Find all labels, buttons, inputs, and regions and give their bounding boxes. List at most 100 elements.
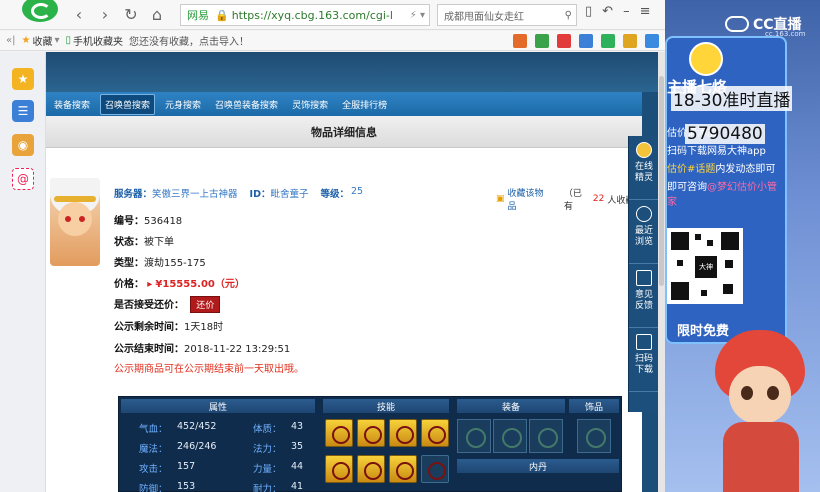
- stat-value-defense: 153: [177, 481, 196, 492]
- status-value: 被下单: [144, 237, 174, 248]
- favorites-button[interactable]: ★ 收藏 ▾: [22, 33, 60, 48]
- page-banner: [46, 52, 658, 92]
- phone-icon[interactable]: ▯: [585, 4, 592, 19]
- stat-label-attack: 攻击：: [139, 464, 168, 475]
- type-value: 渡劫155-175: [144, 258, 206, 269]
- shield-icon[interactable]: [623, 34, 637, 48]
- skill-slot-8[interactable]: [421, 455, 449, 483]
- floating-sidebox: 在线 精灵 最近 浏览 意见 反馈 扫码 下载: [628, 136, 658, 412]
- site-name: 网易: [187, 9, 209, 22]
- edit-icon: [636, 270, 652, 286]
- accessory-slot[interactable]: [577, 419, 611, 453]
- page-scrollbar[interactable]: [658, 52, 665, 492]
- tab-summon-equipment-search[interactable]: 召唤兽装备搜索: [211, 95, 282, 114]
- tab-summon-search[interactable]: 召唤兽搜索: [100, 93, 156, 115]
- price-label: 价格：: [114, 279, 144, 290]
- equipment-slot-2[interactable]: [493, 419, 527, 453]
- number-label: 编号：: [114, 216, 144, 227]
- scan-download-button[interactable]: 扫码 下载: [629, 328, 658, 392]
- stats-section: 属性 技能 装备 饰品 气血： 452/452 魔法： 246/246 攻击： …: [118, 396, 622, 492]
- status-row: 状态：被下单: [114, 233, 174, 248]
- warning-text: 公示期商品可在公示期结束前一天取出哦。: [114, 364, 304, 375]
- equipment-header: 装备: [457, 399, 565, 413]
- scan-download-label: 扫码 下载: [634, 354, 653, 375]
- search-input[interactable]: 成都甩面仙女走红 ⚲: [437, 4, 577, 26]
- menu-icon[interactable]: ≡: [640, 4, 651, 19]
- game-icon[interactable]: [601, 34, 615, 48]
- browser-window: ‹ › ↻ ⌂ 网易 🔒 https://xyq.cbg.163.com/cgi…: [0, 0, 665, 492]
- anchor-avatar: [689, 42, 723, 76]
- accessory-header: 饰品: [569, 399, 619, 413]
- favorites-label: 收藏: [32, 37, 53, 48]
- left-sidebar: ★ ☰ ◉ @: [0, 52, 46, 492]
- skill-slot-4[interactable]: [421, 419, 449, 447]
- qr-scan-icon: [636, 334, 652, 350]
- price-value: ¥15555.00（元）: [155, 279, 245, 290]
- share-icon[interactable]: ⚡ ▾: [410, 10, 425, 21]
- stat-label-magic: 法力：: [253, 444, 282, 455]
- skill-slot-1[interactable]: [325, 419, 353, 447]
- bargain-label: 是否接受还价：: [114, 300, 184, 311]
- clock-icon: [636, 206, 652, 222]
- bookmark-tip[interactable]: 您还没有收藏，点击导入！: [129, 33, 249, 48]
- list-icon[interactable]: ☰: [12, 100, 34, 122]
- skill-slot-6[interactable]: [357, 455, 385, 483]
- stat-value-attack: 157: [177, 461, 196, 472]
- online-sprite-button[interactable]: 在线 精灵: [629, 136, 658, 200]
- refresh-button[interactable]: ↻: [120, 4, 142, 26]
- pet-avatar: [50, 178, 100, 266]
- stat-value-strength: 44: [291, 461, 304, 472]
- anime-character: [705, 330, 815, 492]
- mobile-favorites-button[interactable]: ▯ 手机收藏夹: [66, 33, 124, 48]
- weibo-icon[interactable]: ◉: [12, 134, 34, 156]
- status-label: 状态：: [114, 237, 144, 248]
- scissors-icon[interactable]: [557, 34, 571, 48]
- scrollbar-thumb[interactable]: [659, 76, 664, 286]
- calendar-icon[interactable]: [513, 34, 527, 48]
- forward-button[interactable]: ›: [94, 4, 116, 26]
- undo-icon[interactable]: ↶: [602, 4, 613, 19]
- minimize-icon[interactable]: –: [623, 4, 630, 19]
- overlay-line2-rest: 内发动态即可: [715, 164, 776, 175]
- skill-slot-5[interactable]: [325, 455, 353, 483]
- remain-row: 公示剩余时间：1天18时: [114, 318, 223, 333]
- collapse-button[interactable]: «|: [6, 35, 16, 46]
- extension-icon[interactable]: [645, 34, 659, 48]
- level-label: 等级：: [320, 189, 349, 200]
- stat-value-mp: 246/246: [177, 441, 217, 452]
- skills-header: 技能: [323, 399, 449, 413]
- back-button[interactable]: ‹: [68, 4, 90, 26]
- equipment-slot-3[interactable]: [529, 419, 563, 453]
- home-button[interactable]: ⌂: [146, 4, 168, 26]
- remain-label: 公示剩余时间：: [114, 322, 184, 333]
- stat-value-constitution: 43: [291, 421, 304, 432]
- tab-ornament-search[interactable]: 灵饰搜索: [288, 95, 332, 114]
- skill-slot-3[interactable]: [389, 419, 417, 447]
- bargain-button[interactable]: 还价: [190, 296, 221, 313]
- type-label: 类型：: [114, 258, 144, 269]
- favorites-star-icon[interactable]: ★: [12, 68, 34, 90]
- add-icon[interactable]: [535, 34, 549, 48]
- overlay-topic: 估价#话题: [667, 164, 716, 175]
- search-tool-icon[interactable]: [579, 34, 593, 48]
- skill-slot-7[interactable]: [389, 455, 417, 483]
- skill-slot-2[interactable]: [357, 419, 385, 447]
- overlay-number: 5790480: [685, 124, 765, 144]
- tab-character-search[interactable]: 元身搜索: [161, 95, 205, 114]
- recent-browse-button[interactable]: 最近 浏览: [629, 200, 658, 264]
- tab-equipment-search[interactable]: 装备搜索: [50, 95, 94, 114]
- bargain-row: 是否接受还价： 还价: [114, 296, 221, 313]
- tab-server-ranking[interactable]: 全服排行榜: [338, 95, 391, 114]
- address-bar[interactable]: 网易 🔒 https://xyq.cbg.163.com/cgi-l ⚡ ▾: [180, 4, 430, 26]
- qr-code: 大神: [667, 228, 743, 304]
- feedback-button[interactable]: 意见 反馈: [629, 264, 658, 328]
- search-icon[interactable]: ⚲: [565, 10, 572, 21]
- equipment-slot-1[interactable]: [457, 419, 491, 453]
- overlay-schedule: 18-30准时直播: [671, 86, 793, 111]
- favorite-area: ▣ 收藏该物品 （已有 22 人收藏）: [496, 186, 643, 212]
- attributes-header: 属性: [121, 399, 315, 413]
- favorite-button[interactable]: 收藏该物品: [508, 186, 551, 212]
- inner-core-header: 内丹: [457, 459, 619, 473]
- price-tag-icon: ▸: [147, 279, 153, 290]
- mail-icon[interactable]: @: [12, 168, 34, 190]
